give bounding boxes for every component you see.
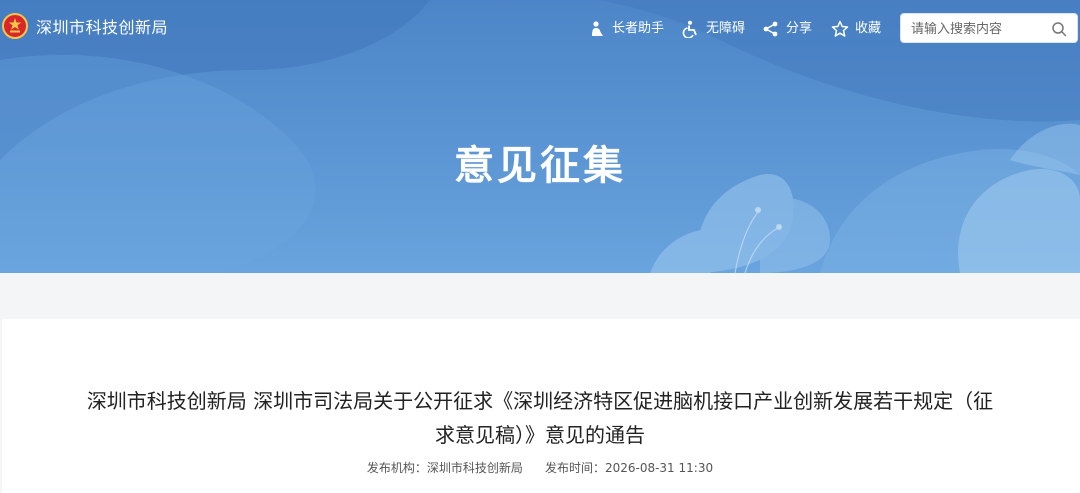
publish-time-label: 发布时间： <box>544 461 605 475</box>
top-bar: 深圳市科技创新局 长者助手 无障碍 分享 收藏 请输入搜索内容 <box>0 0 1080 56</box>
star-icon <box>831 20 849 37</box>
share-icon <box>763 21 778 37</box>
accessibility-icon <box>682 20 697 38</box>
search-icon[interactable] <box>1051 21 1067 37</box>
search-box[interactable] <box>900 13 1078 43</box>
emblem-icon <box>2 13 28 39</box>
site-name[interactable]: 深圳市科技创新局 <box>36 18 168 38</box>
nav-elder-assistant[interactable]: 长者助手 <box>588 19 664 39</box>
search-input[interactable] <box>909 19 1053 39</box>
nav-favorite-label: 收藏 <box>855 21 882 36</box>
publisher-label: 发布机构： <box>366 461 427 475</box>
nav-share-label: 分享 <box>786 21 813 36</box>
elder-icon <box>592 21 603 36</box>
publish-time-value: 2026-08-31 11:30 <box>604 461 714 475</box>
nav-accessibility[interactable]: 无障碍 <box>682 19 745 39</box>
publisher-value: 深圳市科技创新局 <box>426 461 523 475</box>
nav-favorite[interactable]: 收藏 <box>831 19 881 39</box>
spacer-strip <box>0 273 1080 319</box>
nav-share[interactable]: 分享 <box>762 19 812 39</box>
nav-elder-label: 长者助手 <box>612 21 665 36</box>
banner: 深圳市科技创新局 长者助手 无障碍 分享 收藏 请输入搜索内容 意见征集 <box>0 0 1080 273</box>
banner-title: 意见征集 <box>454 143 626 189</box>
article-meta: 发布机构：深圳市科技创新局 发布时间：2026-08-31 11:30 <box>0 459 1080 477</box>
article-title: 深圳市科技创新局 深圳市司法局关于公开征求《深圳经济特区促进脑机接口产业创新发展… <box>86 389 994 447</box>
nav-accessibility-label: 无障碍 <box>706 21 746 36</box>
